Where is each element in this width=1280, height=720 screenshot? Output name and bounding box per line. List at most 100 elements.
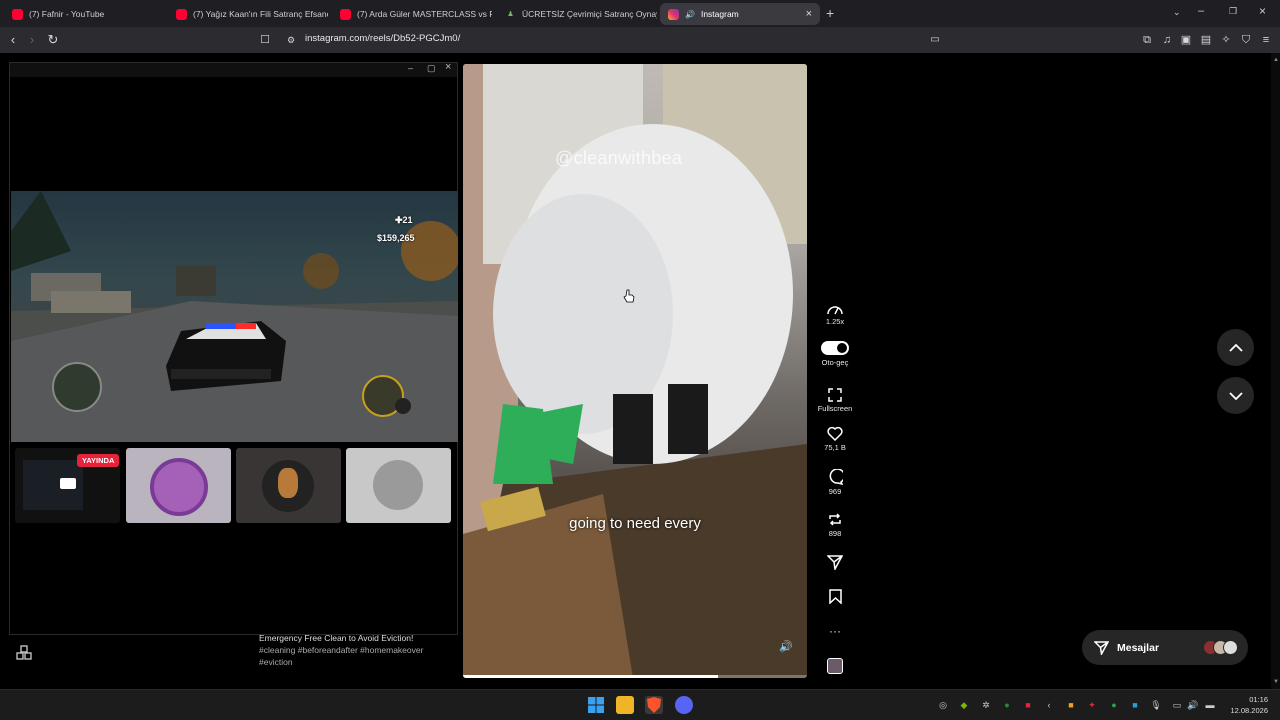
- chevron-up-icon: [1228, 343, 1243, 352]
- tab-search-chevron-icon[interactable]: ⌄: [1173, 7, 1181, 18]
- browser-toolbar: ‹ › ↻ ☐ ⚙ instagram.com/reels/Db52-PGCJm…: [0, 27, 1280, 74]
- clock-time: 01:16: [1249, 695, 1268, 704]
- tab-instagram[interactable]: 🔊 Instagram ×: [660, 3, 820, 25]
- comment-button[interactable]: 969: [815, 469, 855, 496]
- close-tab-icon[interactable]: ×: [806, 8, 812, 20]
- maximize-icon[interactable]: ▢: [427, 63, 436, 74]
- battery-icon[interactable]: ▬: [1204, 699, 1216, 711]
- tray-app-icon-5[interactable]: ■: [1065, 699, 1077, 711]
- cursor-hand-icon: [623, 289, 635, 308]
- discord-icon[interactable]: [675, 696, 693, 714]
- new-tab-icon[interactable]: +: [826, 5, 834, 21]
- autoplay-label: Oto-geç: [821, 358, 849, 367]
- apps-grid-icon[interactable]: [16, 645, 32, 666]
- ammo-counter: ✚21: [395, 215, 413, 225]
- previous-reel-button[interactable]: [1217, 329, 1254, 366]
- media-icon[interactable]: ♫: [1159, 32, 1175, 48]
- forward-icon[interactable]: ›: [24, 32, 40, 48]
- microphone-icon[interactable]: 🎙: [1150, 699, 1162, 711]
- menu-icon[interactable]: ≡: [1258, 32, 1274, 48]
- thumbnail-avatar-1[interactable]: [126, 448, 231, 523]
- file-explorer-icon[interactable]: [616, 696, 634, 714]
- tray-app-icon-8[interactable]: ■: [1129, 699, 1141, 711]
- minimize-icon[interactable]: –: [408, 63, 413, 73]
- volume-icon[interactable]: 🔊: [1187, 699, 1199, 711]
- thumbnail-live[interactable]: YAYINDA: [15, 448, 120, 523]
- clock-date: 12.08.2026: [1230, 706, 1268, 715]
- reel-progress-bar[interactable]: [463, 675, 807, 678]
- brave-browser-icon[interactable]: [645, 696, 663, 714]
- instagram-icon: [668, 8, 679, 20]
- stream-thumbnails: YAYINDA: [15, 448, 453, 523]
- leo-ai-icon[interactable]: ✧: [1218, 32, 1234, 48]
- live-badge: YAYINDA: [77, 454, 120, 467]
- speedometer-icon: [827, 306, 843, 315]
- site-info-icon[interactable]: ⚙: [283, 32, 299, 48]
- repost-button[interactable]: 898: [815, 512, 855, 538]
- tray-app-icon[interactable]: ✲: [980, 699, 992, 711]
- police-car: [166, 321, 286, 391]
- reload-icon[interactable]: ↻: [45, 32, 61, 48]
- tray-app-icon-2[interactable]: ●: [1001, 699, 1013, 711]
- likes-count: 75,1 B: [824, 443, 846, 452]
- save-button[interactable]: [815, 589, 855, 606]
- messages-label: Mesajlar: [1117, 641, 1160, 654]
- tray-app-icon-7[interactable]: ●: [1108, 699, 1120, 711]
- tab-youtube-arda[interactable]: (7) Arda Güler MASTERCLASS vs Fenerbahçe: [332, 3, 492, 25]
- tab-title: (7) Arda Güler MASTERCLASS vs Fenerbahçe: [357, 9, 492, 19]
- tray-steam-icon[interactable]: ◎: [937, 699, 949, 711]
- repost-icon: [829, 513, 841, 526]
- audio-thumbnail[interactable]: [827, 658, 843, 674]
- scrollbar[interactable]: ▲ ▼: [1271, 53, 1280, 689]
- close-window-icon[interactable]: ×: [1259, 4, 1266, 18]
- restore-icon[interactable]: ❐: [1229, 6, 1237, 17]
- reel-video[interactable]: @cleanwithbea going to need every 🔊: [463, 64, 807, 678]
- start-icon[interactable]: [587, 696, 605, 714]
- autoplay-toggle[interactable]: Oto-geç: [815, 341, 855, 367]
- money-counter: $159,265: [377, 233, 415, 243]
- network-icon[interactable]: ▭: [1171, 699, 1183, 711]
- system-clock[interactable]: 01:16 12.08.2026: [1228, 694, 1268, 716]
- sidebar-icon[interactable]: ▣: [1178, 32, 1194, 48]
- speaker-icon: 🔊: [685, 9, 695, 19]
- volume-icon[interactable]: 🔊: [779, 640, 793, 653]
- messages-button[interactable]: Mesajlar: [1082, 630, 1248, 665]
- youtube-icon: [176, 8, 187, 20]
- cast-icon[interactable]: ▭: [927, 32, 943, 48]
- share-button[interactable]: [815, 555, 855, 572]
- thumbnail-avatar-2[interactable]: [236, 448, 341, 523]
- game-stream-video[interactable]: ✚21 $159,265: [11, 191, 458, 442]
- windows-taskbar: ◎ ◆ ✲ ● ■ ‹ ■ ✦ ● ■ 🎙 ▭ 🔊 ▬ 01:16 12.08.…: [0, 689, 1280, 720]
- tab-youtube-fafnir[interactable]: (7) Fafnir - YouTube: [4, 3, 164, 25]
- mini-player-window: – ▢ × ✚21 $159,265 YAYINDA: [9, 61, 458, 635]
- tray-app-icon-3[interactable]: ■: [1022, 699, 1034, 711]
- fullscreen-button[interactable]: Fullscreen: [815, 388, 855, 413]
- thumbnail-avatar-3[interactable]: [346, 448, 451, 523]
- tab-title: (7) Fafnir - YouTube: [29, 9, 105, 19]
- message-avatars: [1203, 640, 1238, 655]
- tab-chess[interactable]: ♟ ÜCRETSİZ Çevrimiçi Satranç Oynayın: [497, 3, 657, 25]
- tray-app-icon-4[interactable]: ‹: [1043, 699, 1055, 711]
- extensions-icon[interactable]: ⧉: [1139, 32, 1155, 48]
- next-reel-button[interactable]: [1217, 377, 1254, 414]
- back-icon[interactable]: ‹: [5, 32, 21, 48]
- wallet-icon[interactable]: ▤: [1198, 32, 1214, 48]
- bookmark-icon[interactable]: ☐: [257, 32, 273, 48]
- vpn-icon[interactable]: ⛉: [1238, 32, 1254, 48]
- tray-app-icon-6[interactable]: ✦: [1086, 699, 1098, 711]
- more-options-icon[interactable]: ···: [815, 624, 855, 638]
- chevron-down-icon: [1228, 391, 1243, 400]
- tab-title: Instagram: [700, 9, 739, 19]
- reel-hashtags[interactable]: #cleaning #beforeandafter #homemakeover …: [259, 644, 459, 668]
- comments-count: 969: [828, 487, 842, 496]
- toggle-switch[interactable]: [821, 341, 849, 355]
- url-field[interactable]: instagram.com/reels/Db52-PGCJm0/: [305, 33, 460, 44]
- close-icon[interactable]: ×: [445, 61, 451, 73]
- minimize-icon[interactable]: –: [1198, 5, 1204, 17]
- tab-youtube-yagiz[interactable]: (7) Yağız Kaan'ın Fili Satranç Efsanesi: [168, 3, 328, 25]
- mini-window-titlebar[interactable]: – ▢ ×: [10, 61, 457, 77]
- speed-button[interactable]: 1.25x: [815, 303, 855, 326]
- reel-subtitle: going to need every: [569, 515, 701, 532]
- like-button[interactable]: 75,1 B: [815, 426, 855, 452]
- tray-nvidia-icon[interactable]: ◆: [958, 699, 970, 711]
